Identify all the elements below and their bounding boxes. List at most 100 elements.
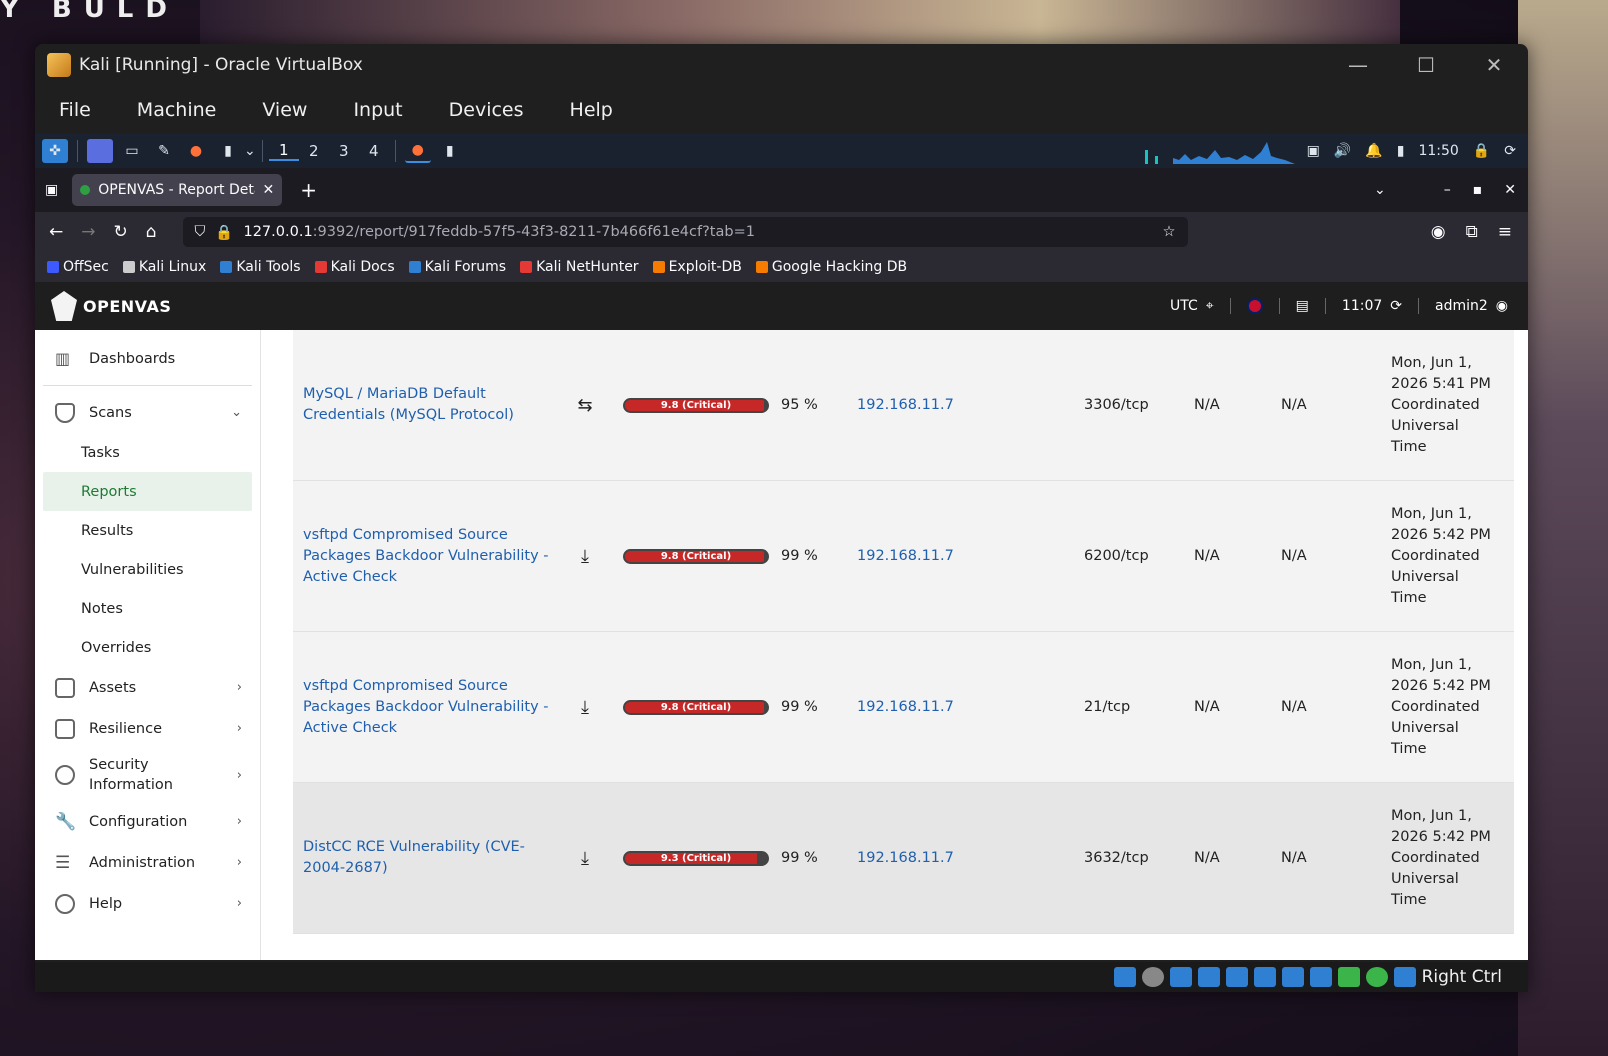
- language-selector[interactable]: [1229, 298, 1279, 314]
- sidebar-sub-results[interactable]: Results: [43, 511, 252, 550]
- minimize-button[interactable]: —: [1324, 53, 1392, 77]
- workspace-2[interactable]: 2: [299, 142, 329, 160]
- bookmark-kali-linux[interactable]: Kali Linux: [122, 259, 206, 275]
- url-bar[interactable]: ⛉ 🔒 127.0.0.1:9392/report/917feddb-57f5-…: [182, 217, 1188, 247]
- sidebar-sub-tasks[interactable]: Tasks: [43, 433, 252, 472]
- desktop-icon[interactable]: [87, 139, 113, 163]
- timezone-indicator[interactable]: UTC ⌖: [1154, 298, 1230, 314]
- manual-link[interactable]: ▤: [1278, 298, 1325, 314]
- sidebar-item-resilience[interactable]: Resilience ›: [43, 708, 252, 749]
- notification-bell-icon[interactable]: 🔔: [1365, 143, 1382, 159]
- usb-icon[interactable]: [1225, 967, 1248, 987]
- sidebar-item-help[interactable]: Help ›: [43, 883, 252, 924]
- reload-icon[interactable]: ↻: [114, 222, 128, 242]
- sidebar-sub-reports[interactable]: Reports: [43, 472, 252, 511]
- menu-devices[interactable]: Devices: [449, 99, 524, 121]
- bookmark-google-hacking-db[interactable]: Google Hacking DB: [755, 259, 907, 275]
- user-menu[interactable]: admin2 ◉: [1418, 298, 1528, 314]
- sidebar-item-configuration[interactable]: 🔧 Configuration ›: [43, 801, 252, 842]
- recording-icon[interactable]: [1309, 967, 1332, 987]
- bookmark-kali-forums[interactable]: Kali Forums: [408, 259, 506, 275]
- kali-menu-icon[interactable]: ✜: [42, 139, 68, 163]
- menu-input[interactable]: Input: [353, 99, 402, 121]
- sidebar-sub-vulnerabilities[interactable]: Vulnerabilities: [43, 550, 252, 589]
- bookmark-exploit-db[interactable]: Exploit-DB: [652, 259, 742, 275]
- firefox-launcher-icon[interactable]: ●: [183, 139, 209, 163]
- tab-openvas-report[interactable]: OPENVAS - Report Details ✕: [72, 174, 283, 206]
- text-editor-icon[interactable]: ✎: [151, 139, 177, 163]
- power-icon[interactable]: ⟳: [1504, 143, 1516, 159]
- workspace-1[interactable]: 1: [268, 141, 299, 161]
- host-ip-link[interactable]: 192.168.11.7: [857, 548, 1084, 564]
- menu-view[interactable]: View: [262, 99, 307, 121]
- battery-icon[interactable]: ▮: [1397, 143, 1405, 159]
- severity-bar: 9.8 (Critical): [623, 548, 769, 564]
- panel-clock[interactable]: 11:50: [1418, 143, 1458, 159]
- firefox-window-icon[interactable]: ●: [404, 139, 431, 163]
- sidebar-item-security-information[interactable]: Security Information ›: [43, 749, 252, 801]
- network-icon[interactable]: [1197, 967, 1220, 987]
- workspace-3[interactable]: 3: [329, 142, 359, 160]
- tab-overview-icon[interactable]: ▣: [45, 182, 58, 198]
- host-ip-link[interactable]: 192.168.11.7: [857, 850, 1084, 866]
- host-ip-link[interactable]: 192.168.11.7: [857, 699, 1084, 715]
- sidebar-sub-overrides[interactable]: Overrides: [43, 628, 252, 667]
- forward-icon[interactable]: →: [81, 222, 95, 242]
- mouse-integration-icon[interactable]: [1393, 967, 1416, 987]
- list-tabs-icon[interactable]: ⌄: [1374, 182, 1386, 198]
- shield-icon[interactable]: ⛉: [195, 224, 206, 240]
- result-name-link[interactable]: DistCC RCE Vulnerability (CVE-2004-2687): [293, 837, 555, 879]
- sidebar-item-scans[interactable]: Scans ⌄: [43, 392, 252, 433]
- result-name-link[interactable]: MySQL / MariaDB Default Credentials (MyS…: [293, 384, 555, 426]
- sidebar-item-administration[interactable]: ☰ Administration ›: [43, 842, 252, 883]
- home-icon[interactable]: ⌂: [146, 222, 157, 242]
- file-manager-icon[interactable]: ▭: [119, 139, 145, 163]
- cpu-activity-icon[interactable]: [1337, 967, 1360, 987]
- guest-additions-icon[interactable]: [1365, 967, 1388, 987]
- terminal-launcher-icon[interactable]: ▮: [215, 139, 241, 163]
- chevron-down-icon[interactable]: ⌄: [244, 143, 256, 159]
- display-icon[interactable]: ▣: [1307, 143, 1320, 159]
- bookmark-kali-tools[interactable]: Kali Tools: [220, 259, 301, 275]
- result-name-link[interactable]: vsftpd Compromised Source Packages Backd…: [293, 525, 555, 588]
- close-button[interactable]: ✕: [1460, 53, 1528, 77]
- shared-folders-icon[interactable]: [1253, 967, 1276, 987]
- browser-minimize-icon[interactable]: –: [1444, 182, 1451, 198]
- sliders-icon: ☰: [55, 852, 71, 873]
- host-ip-link[interactable]: 192.168.11.7: [857, 397, 1084, 413]
- tab-close-icon[interactable]: ✕: [263, 182, 275, 198]
- menu-file[interactable]: File: [59, 99, 91, 121]
- lock-icon[interactable]: 🔒: [1473, 143, 1490, 159]
- browser-close-icon[interactable]: ✕: [1504, 182, 1516, 198]
- back-icon[interactable]: ←: [49, 222, 63, 242]
- google-hacking-db-icon: [755, 261, 768, 273]
- volume-icon[interactable]: 🔊: [1334, 143, 1351, 159]
- browser-maximize-icon[interactable]: ▪: [1473, 182, 1483, 198]
- sidebar-item-label: Assets: [89, 679, 137, 696]
- hamburger-menu-icon[interactable]: ≡: [1498, 222, 1512, 242]
- bookmark-offsec[interactable]: OffSec: [47, 259, 109, 275]
- sidebar-item-dashboards[interactable]: ▥ Dashboards: [43, 338, 252, 379]
- openvas-logo[interactable]: OPENVAS: [51, 291, 171, 321]
- optical-drive-icon[interactable]: [1141, 967, 1164, 987]
- bookmark-kali-nethunter[interactable]: Kali NetHunter: [520, 259, 639, 275]
- result-name-link[interactable]: vsftpd Compromised Source Packages Backd…: [293, 676, 555, 739]
- audio-icon[interactable]: [1169, 967, 1192, 987]
- sidebar-sub-notes[interactable]: Notes: [43, 589, 252, 628]
- new-tab-button[interactable]: +: [300, 178, 317, 202]
- display-icon[interactable]: [1281, 967, 1304, 987]
- hard-disk-icon[interactable]: [1113, 967, 1136, 987]
- maximize-button[interactable]: ☐: [1392, 53, 1460, 77]
- bookmark-kali-docs[interactable]: Kali Docs: [314, 259, 395, 275]
- workspace-4[interactable]: 4: [359, 142, 389, 160]
- menu-help[interactable]: Help: [570, 99, 613, 121]
- menu-machine[interactable]: Machine: [137, 99, 217, 121]
- account-icon[interactable]: ◉: [1431, 222, 1446, 242]
- padlock-icon[interactable]: 🔒: [215, 224, 233, 241]
- refresh-indicator[interactable]: 11:07 ⟳: [1324, 298, 1418, 314]
- extensions-icon[interactable]: ⧉: [1466, 222, 1478, 242]
- terminal-window-icon[interactable]: ▮: [437, 139, 463, 163]
- sidebar-item-assets[interactable]: Assets ›: [43, 667, 252, 708]
- bookmark-star-icon[interactable]: ☆: [1163, 224, 1176, 240]
- sidebar-item-label: Administration: [89, 854, 196, 871]
